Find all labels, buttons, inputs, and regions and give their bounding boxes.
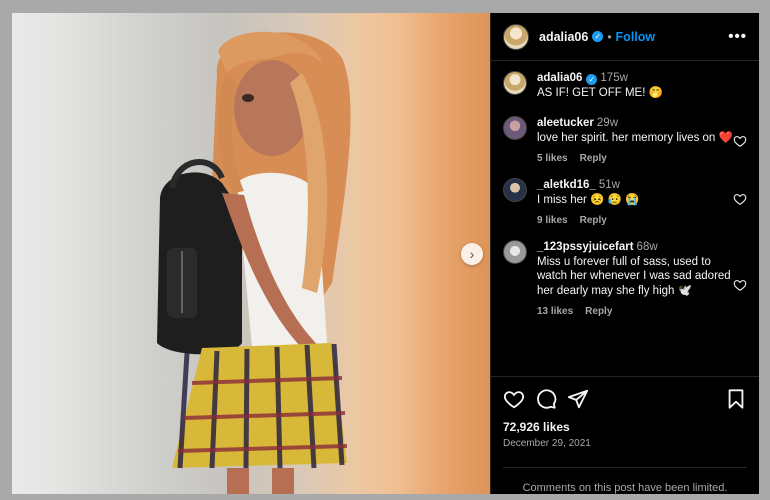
verified-badge-icon: ✓ [586,74,598,85]
post-photo [157,31,351,494]
comment-item: aleetucker 29w love her spirit. her memor… [503,116,747,164]
heart-icon[interactable] [733,278,747,292]
comment-username[interactable]: _aletkd16_ [537,179,596,191]
comment-text: love her spirit. her memory lives on ❤️ [537,131,733,144]
author-username[interactable]: adalia06 [539,30,588,44]
comment-avatar[interactable] [503,116,527,140]
post-sidebar: adalia06 ✓ • Follow ••• adalia06 ✓ 175w AS… [490,13,759,494]
caption-text: AS IF! GET OFF ME! 🤭 [537,86,663,99]
like-count[interactable]: 72,926 likes [491,420,759,434]
comment-username[interactable]: aleetucker [537,117,594,129]
comment-likes[interactable]: 13 likes [537,306,573,317]
reply-button[interactable]: Reply [585,306,612,317]
comment-time[interactable]: 68w [637,241,658,253]
reply-button[interactable]: Reply [580,215,607,226]
verified-badge-icon: ✓ [592,31,604,42]
share-icon[interactable] [567,388,589,410]
heart-icon[interactable] [733,134,747,148]
comment-text: Miss u forever full of sass, used to wat… [537,255,731,297]
comment-avatar[interactable] [503,178,527,202]
comments-list: adalia06 ✓ 175w AS IF! GET OFF ME! 🤭 aleet… [491,61,759,376]
caption-avatar[interactable] [503,71,527,95]
post-date[interactable]: December 29, 2021 [491,434,759,449]
comment-avatar[interactable] [503,240,527,264]
comments-limited-notice: Comments on this post have been limited. [503,467,747,494]
post-header: adalia06 ✓ • Follow ••• [491,13,759,61]
caption-time[interactable]: 175w [600,72,628,84]
reply-button[interactable]: Reply [580,153,607,164]
separator-dot: • [607,29,612,44]
comment-text: I miss her 😣 😥 😭 [537,193,640,206]
comment-icon[interactable] [535,388,557,410]
comment-likes[interactable]: 9 likes [537,215,568,226]
author-avatar[interactable] [503,23,529,50]
heart-icon[interactable] [733,192,747,206]
follow-button[interactable]: Follow [616,30,656,44]
caption-username[interactable]: adalia06 [537,72,582,84]
heart-icon[interactable] [503,388,525,410]
post-media: › [12,13,490,494]
comment-username[interactable]: _123pssyjuicefart [537,241,634,253]
action-bar [491,376,759,420]
next-image-button[interactable]: › [461,243,483,265]
comment-likes[interactable]: 5 likes [537,153,568,164]
comment-time[interactable]: 51w [599,179,620,191]
post-modal: › adalia06 ✓ • Follow ••• adalia06 ✓ 175w … [12,13,759,494]
caption: adalia06 ✓ 175w AS IF! GET OFF ME! 🤭 [503,71,747,100]
comment-time[interactable]: 29w [597,117,618,129]
chevron-right-icon: › [469,246,475,262]
comment-item: _123pssyjuicefart 68w Miss u forever full… [503,240,747,317]
bookmark-icon[interactable] [725,388,747,410]
comment-item: _aletkd16_ 51w I miss her 😣 😥 😭 9 likes Re… [503,178,747,226]
more-options-icon[interactable]: ••• [728,28,747,45]
